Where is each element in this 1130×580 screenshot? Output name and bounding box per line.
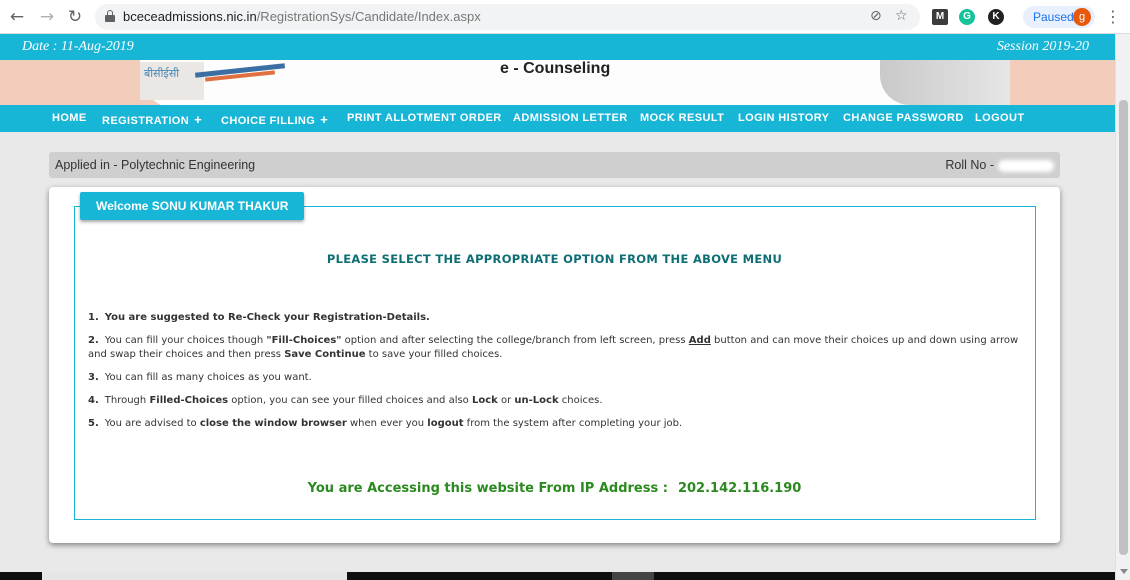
menu-mock-result-label: MOCK RESULT	[640, 112, 725, 124]
roll-no-redacted	[998, 159, 1054, 172]
item-number: 2.	[88, 335, 99, 346]
menu-login-history-label: LOGIN HISTORY	[738, 112, 830, 124]
list-item: 3. You can fill as many choices as you wa…	[88, 371, 1023, 385]
banner-shade	[880, 60, 1010, 105]
instruction-text: to save your filled choices.	[365, 349, 503, 360]
url-path: /RegistrationSys/Candidate/Index.aspx	[256, 9, 481, 24]
item-number: 3.	[88, 372, 99, 383]
bcece-logo: बीसीईसी	[140, 62, 204, 100]
main-menu: HOME REGISTRATION + CHOICE FILLING + PRINT…	[0, 105, 1115, 132]
menu-home[interactable]: HOME	[52, 112, 87, 124]
list-item: 2. You can fill your choices though "Fill…	[88, 334, 1023, 362]
applied-info-bar: Applied in - Polytechnic Engineering Rol…	[49, 152, 1060, 178]
expand-plus-icon: +	[320, 112, 329, 127]
page-scrollbar[interactable]	[1115, 34, 1130, 580]
menu-logout-label: LOGOUT	[975, 112, 1025, 124]
lock-term: Lock	[471, 395, 498, 406]
scrollbar-thumb[interactable]	[1119, 100, 1128, 555]
instruction-text: when ever you	[346, 418, 428, 429]
grammarly-extension-icon[interactable]: G	[959, 9, 975, 25]
menu-kebab-icon[interactable]: ⋮	[1105, 7, 1121, 26]
browser-toolbar: ← → ↻ bceceadmissions.nic.in/Registratio…	[0, 0, 1130, 34]
instruction-text: option and after selecting the college/b…	[341, 335, 689, 346]
roll-no: Roll No -	[945, 158, 1054, 172]
menu-admission-letter[interactable]: ADMISSION LETTER	[513, 112, 628, 124]
item-number: 1.	[88, 312, 99, 323]
banner-title: e - Counseling	[500, 60, 611, 77]
taskbar-app[interactable]	[612, 572, 654, 580]
menu-choice-filling[interactable]: CHOICE FILLING +	[221, 112, 328, 127]
url-text: bceceadmissions.nic.in/RegistrationSys/C…	[123, 9, 481, 24]
scroll-down-arrow-icon[interactable]	[1120, 569, 1128, 574]
save-continue-term: Save Continue	[284, 349, 366, 360]
blocked-content-icon[interactable]: ⊘	[870, 8, 882, 24]
item-number: 5.	[88, 418, 99, 429]
menu-registration[interactable]: REGISTRATION +	[102, 112, 202, 127]
forward-arrow-icon[interactable]: →	[36, 6, 58, 28]
logout-term: logout	[427, 418, 464, 429]
ip-label: You are Accessing this website From IP A…	[307, 481, 668, 496]
address-bar[interactable]: bceceadmissions.nic.in/RegistrationSys/C…	[95, 4, 920, 30]
profile-paused-button[interactable]: Paused g	[1023, 6, 1095, 28]
instruction-text: from the system after completing your jo…	[463, 418, 683, 429]
instruction-list: 1. You are suggested to Re-Check your Reg…	[88, 311, 1023, 440]
menu-login-history[interactable]: LOGIN HISTORY	[738, 112, 829, 124]
page-headline: PLEASE SELECT THE APPROPRIATE OPTION FRO…	[326, 252, 783, 266]
menu-admission-letter-label: ADMISSION LETTER	[513, 112, 628, 124]
filled-choices-term: Filled-Choices	[149, 395, 229, 406]
menu-home-label: HOME	[52, 112, 87, 124]
menu-print-allotment-order[interactable]: PRINT ALLOTMENT ORDER	[347, 112, 502, 124]
unlock-term: un-Lock	[514, 395, 559, 406]
header-banner: बीसीईसी e - Counseling	[0, 60, 1115, 105]
item-number: 4.	[88, 395, 99, 406]
session-text: Session 2019-20	[996, 39, 1089, 54]
fill-choices-term: "Fill-Choices"	[266, 335, 342, 346]
instruction-text: or	[497, 395, 515, 406]
menu-change-password-label: CHANGE PASSWORD	[843, 112, 964, 124]
menu-choice-filling-label: CHOICE FILLING	[221, 115, 316, 127]
lock-icon	[105, 10, 115, 22]
applied-in-text: Applied in - Polytechnic Engineering	[55, 158, 256, 172]
taskbar-window[interactable]	[42, 572, 347, 580]
welcome-badge: Welcome SONU KUMAR THAKUR	[80, 192, 305, 220]
paused-label: Paused	[1033, 10, 1074, 24]
roll-no-label: Roll No -	[945, 158, 994, 172]
os-taskbar	[0, 572, 1115, 580]
back-arrow-icon[interactable]: ←	[6, 6, 28, 28]
menu-registration-label: REGISTRATION	[102, 115, 190, 127]
k-extension-icon[interactable]: K	[988, 9, 1004, 25]
instruction-text: option, you can see your filled choices …	[228, 395, 472, 406]
url-host: bceceadmissions.nic.in	[123, 9, 257, 24]
add-term: Add	[688, 335, 711, 346]
instruction-text: You are advised to	[104, 418, 200, 429]
bookmark-star-icon[interactable]: ☆	[895, 8, 908, 24]
instruction-text: You are suggested to Re-Check your Regis…	[104, 312, 430, 323]
ip-address-line: You are Accessing this website From IP A…	[49, 481, 1060, 496]
avatar: g	[1073, 8, 1091, 26]
date-text: Date : 11-Aug-2019	[22, 39, 134, 54]
menu-print-allotment-label: PRINT ALLOTMENT ORDER	[347, 112, 502, 124]
close-browser-term: close the window browser	[199, 418, 347, 429]
list-item: 4. Through Filled-Choices option, you can…	[88, 394, 1023, 408]
expand-plus-icon: +	[194, 112, 203, 127]
menu-mock-result[interactable]: MOCK RESULT	[640, 112, 724, 124]
reload-icon[interactable]: ↻	[64, 6, 86, 28]
gmail-extension-icon[interactable]: M	[932, 9, 948, 25]
menu-change-password[interactable]: CHANGE PASSWORD	[843, 112, 964, 124]
instruction-text: You can fill as many choices as you want…	[104, 372, 312, 383]
ip-address-value: 202.142.116.190	[677, 481, 802, 496]
logo-text: बीसीईसी	[144, 67, 180, 80]
date-session-bar: Date : 11-Aug-2019 Session 2019-20	[0, 34, 1115, 60]
list-item: 5. You are advised to close the window br…	[88, 417, 1023, 431]
menu-logout[interactable]: LOGOUT	[975, 112, 1024, 124]
welcome-card: Welcome SONU KUMAR THAKUR PLEASE SELECT …	[49, 187, 1060, 543]
instruction-text: choices.	[558, 395, 603, 406]
instruction-text: Through	[104, 395, 150, 406]
list-item: 1. You are suggested to Re-Check your Reg…	[88, 311, 1023, 325]
instruction-text: You can fill your choices though	[104, 335, 267, 346]
